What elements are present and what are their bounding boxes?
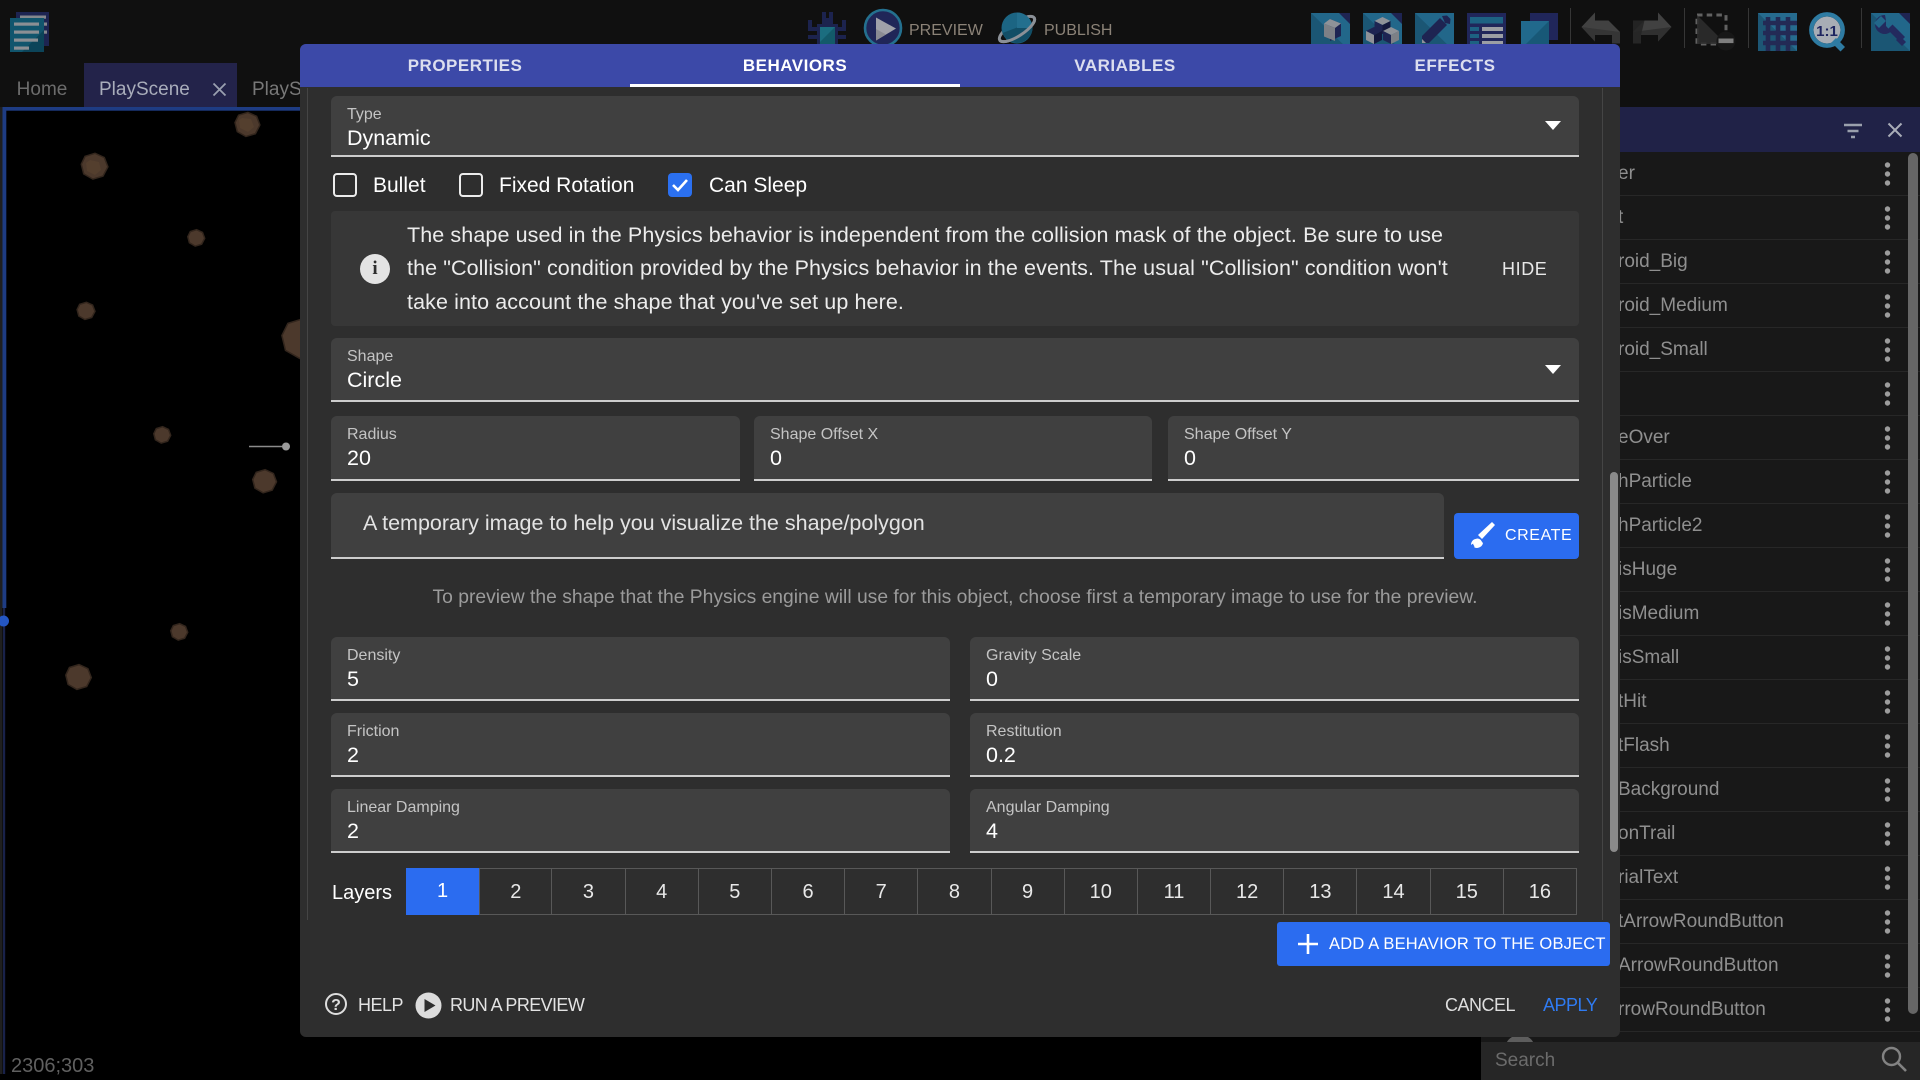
- svg-text:1:1: 1:1: [1816, 23, 1838, 40]
